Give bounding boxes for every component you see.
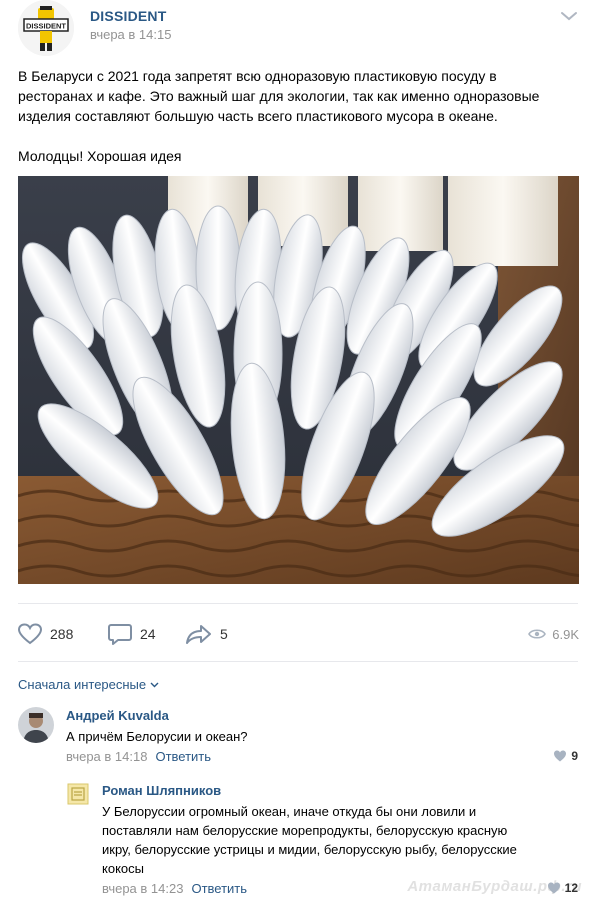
- heart-icon: [547, 882, 560, 894]
- post-image[interactable]: [18, 176, 579, 584]
- post-text-line: Молодцы! Хорошая идея: [18, 148, 182, 164]
- share-icon: [186, 625, 211, 644]
- comment-text: А причём Белорусии и океан?: [66, 729, 248, 744]
- avatar[interactable]: [18, 707, 54, 743]
- chevron-down-icon[interactable]: [560, 10, 578, 22]
- reply-meta: вчера в 14:23 Ответить: [102, 881, 247, 896]
- sort-label: Сначала интересные: [18, 677, 147, 692]
- post-text-line: ресторанах и кафе. Это важный шаг для эк…: [18, 88, 540, 104]
- post-text-line: изделия составляют большую часть всего п…: [18, 108, 498, 124]
- reply-author[interactable]: Роман Шляпников: [102, 783, 221, 798]
- svg-text:DISSIDENT: DISSIDENT: [26, 22, 66, 31]
- reply-button[interactable]: Ответить: [155, 749, 211, 764]
- reply-like-button[interactable]: 12: [547, 881, 578, 895]
- comment-like-count: 9: [571, 749, 578, 763]
- comment-like-button[interactable]: 9: [553, 749, 578, 763]
- divider: [18, 603, 578, 604]
- views-count: 6.9K: [552, 626, 579, 642]
- share-button[interactable]: 5: [186, 618, 228, 650]
- comment-icon: [108, 624, 132, 645]
- dissident-logo-icon: DISSIDENT: [18, 0, 74, 56]
- comment-button[interactable]: 24: [108, 618, 156, 650]
- like-count: 288: [50, 626, 74, 642]
- post-text-line: В Беларуси с 2021 года запретят всю одно…: [18, 68, 497, 84]
- post-actions: 288 24 5 6.9K: [18, 618, 579, 650]
- avatar[interactable]: [66, 782, 90, 806]
- views-counter: 6.9K: [528, 618, 579, 650]
- post-header: DISSIDENT DISSIDENT вчера в 14:15: [18, 0, 578, 56]
- like-button[interactable]: 288: [18, 618, 73, 650]
- eye-icon: [528, 629, 547, 639]
- share-count: 5: [220, 626, 228, 642]
- community-avatar[interactable]: DISSIDENT: [18, 0, 74, 56]
- divider: [18, 661, 578, 662]
- post-time[interactable]: вчера в 14:15: [90, 27, 171, 42]
- comments-sort-dropdown[interactable]: Сначала интересные: [18, 677, 159, 692]
- post-author[interactable]: DISSIDENT: [90, 8, 166, 24]
- reply-text-line: икру, белорусские устрицы и мидии, белор…: [102, 842, 517, 857]
- heart-icon: [18, 623, 42, 645]
- reply-text: У Белоруссии огромный океан, иначе откуд…: [102, 802, 572, 878]
- chevron-down-icon: [150, 682, 159, 687]
- comment-time[interactable]: вчера в 14:18: [66, 749, 147, 764]
- user-photo-icon: [18, 707, 54, 743]
- reply-like-count: 12: [564, 881, 578, 895]
- reply-text-line: поставляли нам белорусские морепродукты,…: [102, 823, 508, 838]
- reply-time[interactable]: вчера в 14:23: [102, 881, 183, 896]
- heart-icon: [554, 750, 567, 762]
- comment-author[interactable]: Андрей Kuvalda: [66, 708, 169, 723]
- comment-count: 24: [140, 626, 156, 642]
- reply-text-line: У Белоруссии огромный океан, иначе откуд…: [102, 804, 477, 819]
- post-text: В Беларуси с 2021 года запретят всю одно…: [18, 66, 578, 166]
- comment-meta: вчера в 14:18 Ответить: [66, 749, 211, 764]
- plastic-cutlery-photo-icon: [18, 176, 579, 584]
- reply-text-line: кокосы: [102, 861, 144, 876]
- deactivated-user-icon: [67, 783, 89, 805]
- reply-button[interactable]: Ответить: [191, 881, 247, 896]
